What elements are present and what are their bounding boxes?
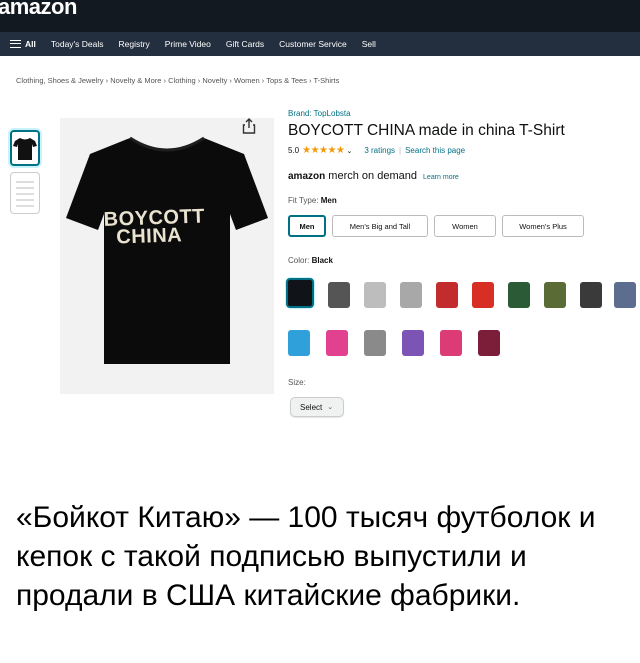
- star-rating-icon[interactable]: ★★★★★: [302, 145, 345, 156]
- fit-option-men[interactable]: Men: [288, 215, 326, 237]
- color-swatch[interactable]: [288, 330, 310, 356]
- learn-more-link[interactable]: Learn more: [423, 174, 459, 181]
- hamburger-icon: [10, 40, 21, 48]
- color-swatch[interactable]: [478, 330, 500, 356]
- thumbnail-detail[interactable]: [10, 172, 40, 214]
- size-label: Size:: [288, 378, 306, 387]
- brand-link[interactable]: Brand: TopLobsta: [288, 109, 351, 118]
- ratings-link[interactable]: 3 ratings: [364, 146, 395, 155]
- share-icon[interactable]: [242, 118, 256, 134]
- chevron-down-icon[interactable]: ⌄: [346, 147, 352, 155]
- nav-gift-cards[interactable]: Gift Cards: [226, 39, 264, 49]
- separator: |: [399, 146, 402, 155]
- shirt-print-text: BOYCOTT CHINA: [103, 205, 206, 249]
- rating-value: 5.0: [288, 146, 300, 155]
- product-title: BOYCOTT CHINA made in china T-Shirt: [288, 122, 565, 139]
- color-swatch[interactable]: [614, 282, 636, 308]
- search-page-link[interactable]: Search this page: [405, 146, 465, 155]
- color-swatch[interactable]: [436, 282, 458, 308]
- color-label: Color: Black: [288, 256, 333, 265]
- color-swatch[interactable]: [400, 282, 422, 308]
- amazon-header: amazon: [0, 0, 640, 32]
- nav-sell[interactable]: Sell: [362, 39, 376, 49]
- nav-prime-video[interactable]: Prime Video: [165, 39, 211, 49]
- rating-row: 5.0 ★★★★★ ⌄ 3 ratings | Search this page: [288, 145, 465, 156]
- chevron-down-icon: ⌄: [327, 404, 334, 411]
- nav-customer-service[interactable]: Customer Service: [279, 39, 347, 49]
- fit-option-women[interactable]: Women: [434, 215, 496, 237]
- tshirt-thumbnail-icon: [13, 138, 37, 160]
- color-swatch[interactable]: [402, 330, 424, 356]
- nav-bar: All Today's Deals Registry Prime Video G…: [0, 32, 640, 56]
- color-swatch[interactable]: [508, 282, 530, 308]
- thumbnail-front[interactable]: [10, 130, 40, 166]
- fit-option-womens-plus[interactable]: Women's Plus: [502, 215, 584, 237]
- color-swatch[interactable]: [580, 282, 602, 308]
- color-swatch[interactable]: [286, 278, 314, 308]
- merch-text: merch on demand: [328, 170, 417, 182]
- tshirt-image: [66, 136, 268, 364]
- amazon-logo[interactable]: amazon: [0, 0, 77, 20]
- color-swatch[interactable]: [364, 330, 386, 356]
- fit-type-label: Fit Type: Men: [288, 196, 337, 205]
- size-dropdown[interactable]: Select ⌄: [290, 397, 344, 417]
- nav-all-button[interactable]: All: [10, 39, 36, 49]
- color-swatch[interactable]: [472, 282, 494, 308]
- amazon-merch-logo: amazon: [288, 171, 326, 182]
- product-image[interactable]: [60, 118, 274, 394]
- color-swatch[interactable]: [328, 282, 350, 308]
- color-swatch[interactable]: [440, 330, 462, 356]
- merch-on-demand: amazon merch on demand Learn more: [288, 170, 459, 182]
- color-swatch[interactable]: [544, 282, 566, 308]
- color-swatch[interactable]: [364, 282, 386, 308]
- fit-option-mens-big-tall[interactable]: Men's Big and Tall: [332, 215, 428, 237]
- nav-registry[interactable]: Registry: [119, 39, 150, 49]
- color-swatch[interactable]: [326, 330, 348, 356]
- nav-todays-deals[interactable]: Today's Deals: [51, 39, 104, 49]
- breadcrumb[interactable]: Clothing, Shoes & Jewelry › Novelty & Mo…: [16, 76, 339, 85]
- fit-type-options: Men Men's Big and Tall Women Women's Plu…: [288, 215, 590, 237]
- caption-text: «Бойкот Китаю» — 100 тысяч футболок и ке…: [16, 501, 596, 612]
